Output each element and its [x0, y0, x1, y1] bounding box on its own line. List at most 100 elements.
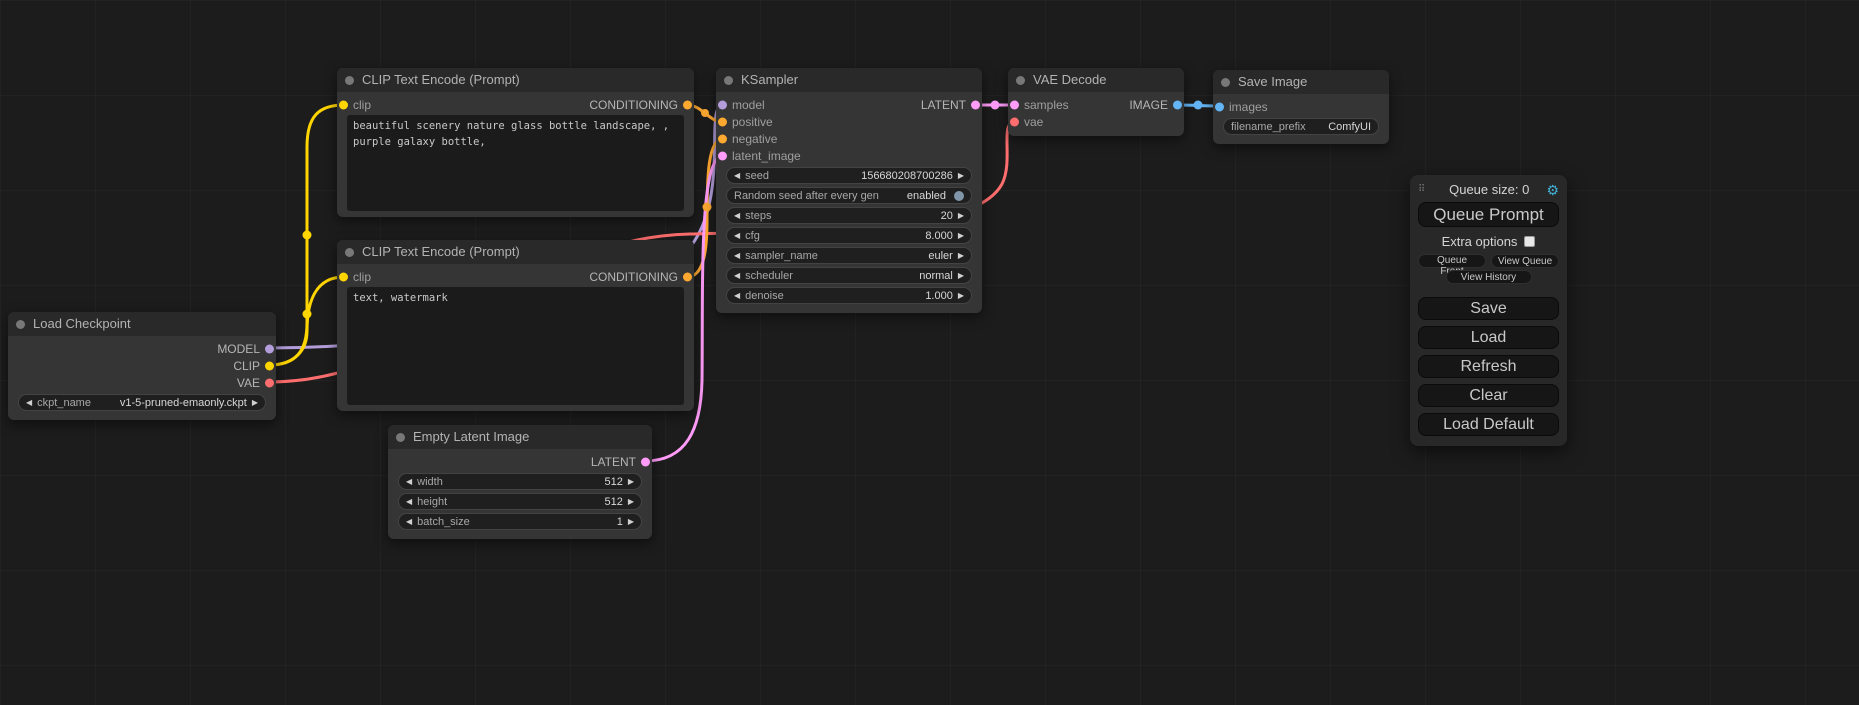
stepper-right-icon[interactable]: ▶: [958, 272, 964, 280]
widget-height[interactable]: ◀ height 512 ▶: [398, 493, 642, 510]
input-dot-latent-image[interactable]: [718, 151, 727, 160]
widget-cfg[interactable]: ◀ cfg 8.000 ▶: [726, 227, 972, 244]
stepper-right-icon[interactable]: ▶: [958, 212, 964, 220]
prompt-textarea[interactable]: text, watermark: [347, 287, 684, 405]
output-dot-conditioning[interactable]: [683, 272, 692, 281]
input-dot-model[interactable]: [718, 100, 727, 109]
prompt-textarea[interactable]: beautiful scenery nature glass bottle la…: [347, 115, 684, 211]
widget-value: 20: [941, 210, 953, 222]
widget-label: filename_prefix: [1231, 121, 1306, 133]
input-dot-positive[interactable]: [718, 117, 727, 126]
widget-width[interactable]: ◀ width 512 ▶: [398, 473, 642, 490]
settings-gear-icon[interactable]: ⚙: [1546, 183, 1559, 197]
view-history-button[interactable]: View History: [1446, 270, 1532, 284]
widget-value: ComfyUI: [1328, 121, 1371, 133]
node-empty-latent-image[interactable]: Empty Latent Image LATENT ◀ width 512 ▶ …: [388, 425, 652, 539]
input-dot-clip[interactable]: [339, 100, 348, 109]
stepper-right-icon[interactable]: ▶: [628, 498, 634, 506]
widget-label: batch_size: [417, 516, 470, 528]
load-default-button[interactable]: Load Default: [1418, 413, 1559, 436]
stepper-right-icon[interactable]: ▶: [958, 252, 964, 260]
output-label-model: MODEL: [217, 342, 260, 356]
output-dot-conditioning[interactable]: [683, 100, 692, 109]
stepper-left-icon[interactable]: ◀: [734, 232, 740, 240]
widget-batch-size[interactable]: ◀ batch_size 1 ▶: [398, 513, 642, 530]
node-load-checkpoint[interactable]: Load Checkpoint MODEL CLIP VAE ◀ ckpt_na…: [8, 312, 276, 420]
widget-label: steps: [745, 210, 771, 222]
stepper-left-icon[interactable]: ◀: [734, 292, 740, 300]
widget-seed[interactable]: ◀ seed 156680208700286 ▶: [726, 167, 972, 184]
node-header[interactable]: CLIP Text Encode (Prompt): [337, 68, 694, 92]
stepper-right-icon[interactable]: ▶: [958, 292, 964, 300]
stepper-left-icon[interactable]: ◀: [734, 252, 740, 260]
stepper-right-icon[interactable]: ▶: [252, 399, 258, 407]
widget-steps[interactable]: ◀ steps 20 ▶: [726, 207, 972, 224]
stepper-right-icon[interactable]: ▶: [958, 232, 964, 240]
output-dot-vae[interactable]: [265, 378, 274, 387]
node-clip-text-encode-negative[interactable]: CLIP Text Encode (Prompt) clip CONDITION…: [337, 240, 694, 411]
queue-prompt-button[interactable]: Queue Prompt: [1418, 202, 1559, 227]
input-label-positive: positive: [732, 115, 773, 129]
collapse-dot-icon[interactable]: [1221, 78, 1230, 87]
stepper-left-icon[interactable]: ◀: [26, 399, 32, 407]
output-dot-latent[interactable]: [641, 457, 650, 466]
menu-header: ⠿ Queue size: 0 ⚙: [1418, 180, 1559, 199]
output-dot-model[interactable]: [265, 344, 274, 353]
output-dot-image[interactable]: [1173, 100, 1182, 109]
node-ksampler[interactable]: KSampler model LATENT positive negative …: [716, 68, 982, 313]
view-queue-button[interactable]: View Queue: [1491, 254, 1559, 268]
load-button[interactable]: Load: [1418, 326, 1559, 349]
input-dot-samples[interactable]: [1010, 100, 1019, 109]
collapse-dot-icon[interactable]: [345, 76, 354, 85]
output-dot-latent[interactable]: [971, 100, 980, 109]
node-clip-text-encode-positive[interactable]: CLIP Text Encode (Prompt) clip CONDITION…: [337, 68, 694, 217]
widget-value: 1: [617, 516, 623, 528]
output-label-conditioning: CONDITIONING: [589, 98, 678, 112]
input-dot-images[interactable]: [1215, 102, 1224, 111]
stepper-left-icon[interactable]: ◀: [734, 212, 740, 220]
node-vae-decode[interactable]: VAE Decode samples IMAGE vae: [1008, 68, 1184, 136]
stepper-left-icon[interactable]: ◀: [406, 518, 412, 526]
extra-options-checkbox[interactable]: [1524, 236, 1535, 247]
toggle-knob[interactable]: [954, 191, 964, 201]
node-header[interactable]: CLIP Text Encode (Prompt): [337, 240, 694, 264]
node-header[interactable]: Save Image: [1213, 70, 1389, 94]
widget-denoise[interactable]: ◀ denoise 1.000 ▶: [726, 287, 972, 304]
widget-label: denoise: [745, 290, 784, 302]
output-label-vae: VAE: [237, 376, 260, 390]
node-header[interactable]: KSampler: [716, 68, 982, 92]
save-button[interactable]: Save: [1418, 297, 1559, 320]
widget-filename-prefix[interactable]: filename_prefix ComfyUI: [1223, 118, 1379, 135]
input-dot-vae[interactable]: [1010, 117, 1019, 126]
clear-button[interactable]: Clear: [1418, 384, 1559, 407]
stepper-right-icon[interactable]: ▶: [958, 172, 964, 180]
widget-scheduler[interactable]: ◀ scheduler normal ▶: [726, 267, 972, 284]
collapse-dot-icon[interactable]: [724, 76, 733, 85]
stepper-left-icon[interactable]: ◀: [734, 172, 740, 180]
input-dot-clip[interactable]: [339, 272, 348, 281]
stepper-left-icon[interactable]: ◀: [406, 498, 412, 506]
widget-ckpt-name[interactable]: ◀ ckpt_name v1-5-pruned-emaonly.ckpt ▶: [18, 394, 266, 411]
stepper-right-icon[interactable]: ▶: [628, 518, 634, 526]
node-title: CLIP Text Encode (Prompt): [362, 72, 520, 87]
collapse-dot-icon[interactable]: [396, 433, 405, 442]
stepper-left-icon[interactable]: ◀: [406, 478, 412, 486]
input-label-latent-image: latent_image: [732, 149, 801, 163]
collapse-dot-icon[interactable]: [16, 320, 25, 329]
output-dot-clip[interactable]: [265, 361, 274, 370]
node-header[interactable]: VAE Decode: [1008, 68, 1184, 92]
input-dot-negative[interactable]: [718, 134, 727, 143]
node-header[interactable]: Load Checkpoint: [8, 312, 276, 336]
widget-random-seed-toggle[interactable]: Random seed after every gen enabled: [726, 187, 972, 204]
drag-handle-icon[interactable]: ⠿: [1418, 184, 1432, 195]
collapse-dot-icon[interactable]: [345, 248, 354, 257]
node-save-image[interactable]: Save Image images filename_prefix ComfyU…: [1213, 70, 1389, 144]
stepper-left-icon[interactable]: ◀: [734, 272, 740, 280]
stepper-right-icon[interactable]: ▶: [628, 478, 634, 486]
collapse-dot-icon[interactable]: [1016, 76, 1025, 85]
output-label-image: IMAGE: [1129, 98, 1168, 112]
queue-front-button[interactable]: Queue Front: [1418, 254, 1486, 268]
node-header[interactable]: Empty Latent Image: [388, 425, 652, 449]
refresh-button[interactable]: Refresh: [1418, 355, 1559, 378]
widget-sampler-name[interactable]: ◀ sampler_name euler ▶: [726, 247, 972, 264]
